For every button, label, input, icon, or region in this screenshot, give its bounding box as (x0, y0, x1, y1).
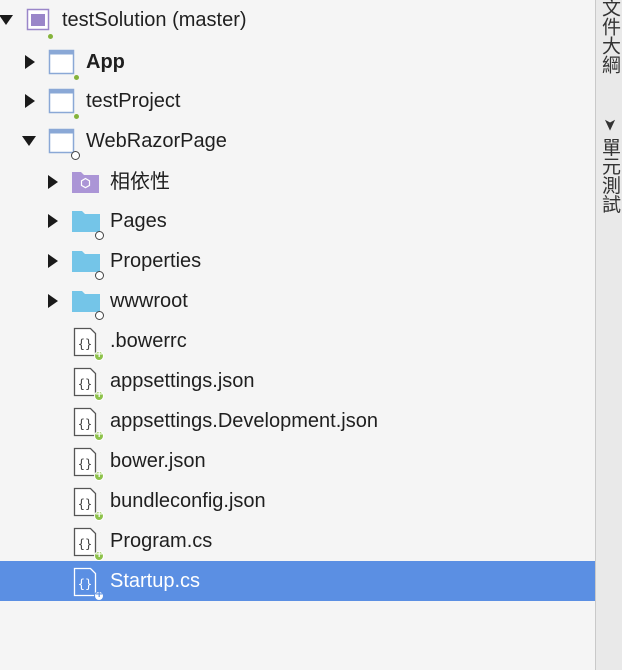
file-label: appsettings.Development.json (110, 410, 378, 432)
git-status-icon (95, 231, 104, 240)
git-added-icon (94, 429, 104, 441)
git-added-icon (94, 589, 104, 601)
tree-row-file-bower[interactable]: {} bower.json (0, 441, 595, 481)
unit-tests-label: 單元測試 (599, 137, 620, 214)
project-icon (48, 87, 76, 120)
svg-text:{}: {} (78, 457, 92, 471)
expand-arrow-icon[interactable] (48, 214, 58, 228)
file-label: .bowerrc (110, 330, 187, 352)
side-pad-bar: 文件大綱 ➤ 單元測試 (595, 0, 622, 670)
git-status-icon (71, 151, 80, 160)
expand-arrow-icon[interactable] (25, 94, 35, 108)
dependencies-icon (71, 168, 101, 201)
solution-icon (26, 6, 52, 37)
expand-arrow-icon[interactable] (48, 294, 58, 308)
git-status-icon (95, 311, 104, 320)
project-icon (48, 48, 76, 81)
tree-row-file-bundleconfig[interactable]: {} bundleconfig.json (0, 481, 595, 521)
document-outline-tab[interactable]: 文件大綱 (596, 0, 622, 82)
folder-label: Pages (110, 210, 167, 232)
tree-row-project-testproject[interactable]: testProject (0, 81, 595, 121)
tree-row-folder-properties[interactable]: Properties (0, 241, 595, 281)
pad-arrow-icon: ➤ (601, 118, 618, 132)
git-added-icon (94, 469, 104, 481)
git-status-icon (74, 75, 79, 80)
tree-row-solution[interactable]: testSolution (master) (0, 0, 595, 40)
svg-text:{}: {} (78, 537, 92, 551)
solution-label: testSolution (master) (62, 9, 247, 31)
svg-text:{}: {} (78, 577, 92, 591)
git-added-icon (94, 349, 104, 361)
folder-label: wwwroot (110, 290, 188, 312)
git-status-icon (74, 114, 79, 119)
tree-row-project-webrazorpage[interactable]: WebRazorPage (0, 121, 595, 161)
folder-label: Properties (110, 250, 202, 272)
git-status-icon (48, 34, 53, 39)
tree-row-file-startup-selected[interactable]: {} Startup.cs (0, 561, 595, 601)
expand-arrow-icon[interactable] (48, 254, 58, 268)
tree-row-folder-wwwroot[interactable]: wwwroot (0, 281, 595, 321)
git-added-icon (94, 389, 104, 401)
file-label: Startup.cs (110, 570, 201, 592)
dependencies-label: 相依性 (110, 171, 170, 193)
svg-text:{}: {} (78, 377, 92, 391)
file-label: bundleconfig.json (110, 490, 266, 512)
git-added-icon (94, 509, 104, 521)
tree-row-file-appsettings-development[interactable]: {} appsettings.Development.json (0, 401, 595, 441)
solution-explorer-tree: testSolution (master) App testProject We… (0, 0, 595, 670)
tree-row-file-program[interactable]: {} Program.cs (0, 521, 595, 561)
svg-text:{}: {} (78, 497, 92, 511)
git-status-icon (95, 271, 104, 280)
collapse-arrow-icon[interactable] (0, 15, 13, 25)
unit-tests-tab[interactable]: ➤ 單元測試 (596, 118, 622, 258)
file-label: Program.cs (110, 530, 213, 552)
expand-arrow-icon[interactable] (48, 175, 58, 189)
expand-arrow-icon[interactable] (25, 55, 35, 69)
project-label: WebRazorPage (86, 130, 227, 152)
git-added-icon (94, 549, 104, 561)
tree-row-dependencies[interactable]: 相依性 (0, 162, 595, 202)
project-label: App (86, 51, 125, 73)
project-label: testProject (86, 90, 181, 112)
tree-row-project-app[interactable]: App (0, 42, 595, 82)
tree-row-folder-pages[interactable]: Pages (0, 201, 595, 241)
svg-text:{}: {} (78, 337, 92, 351)
document-outline-label: 文件大綱 (599, 0, 620, 74)
file-label: appsettings.json (110, 370, 255, 392)
tree-row-file-bowerrc[interactable]: {} .bowerrc (0, 321, 595, 361)
svg-text:{}: {} (78, 417, 92, 431)
collapse-arrow-icon[interactable] (22, 136, 36, 146)
file-label: bower.json (110, 450, 206, 472)
tree-row-file-appsettings[interactable]: {} appsettings.json (0, 361, 595, 401)
